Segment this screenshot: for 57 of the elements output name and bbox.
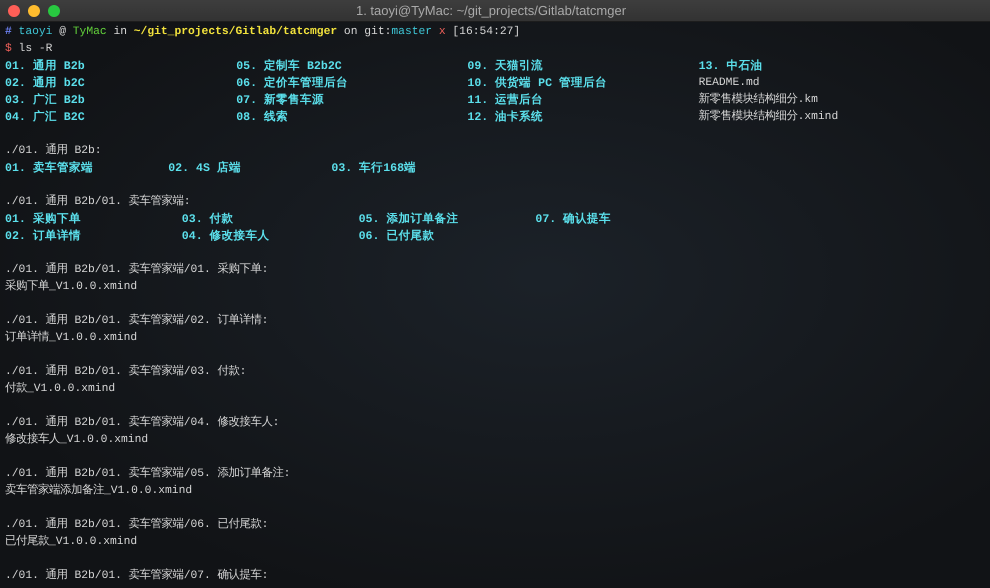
directory-entry: 02. 通用 b2C [5, 75, 86, 92]
host-name: TyMac [72, 25, 107, 40]
directory-entry: 05. 添加订单备注 [358, 211, 460, 228]
prompt-word: on git: [344, 24, 392, 40]
minimize-button[interactable] [28, 4, 40, 16]
file-entry: 新零售模块结构细分.xmind [698, 109, 840, 125]
prompt-word: in [113, 24, 127, 40]
directory-entry: 03. 付款 [182, 212, 235, 228]
file-entry: 新零售模块结构细分.km [698, 92, 819, 108]
prompt-hash: # [5, 25, 12, 40]
branch-name: master [391, 25, 432, 40]
file-entry: 卖车管家端添加备注_V1.0.0.xmind [5, 483, 192, 499]
directory-heading: ./01. 通用 B2b/01. 卖车管家端/04. 修改接车人: [5, 415, 280, 431]
prompt-symbol: $ [5, 42, 12, 57]
directory-entry: 06. 已付尾款 [358, 228, 436, 245]
directory-entry: 01. 卖车管家端 [5, 160, 94, 177]
directory-entry: 02. 4S 店端 [168, 160, 242, 177]
directory-heading: ./01. 通用 B2b/01. 卖车管家端/01. 采购下单: [5, 262, 268, 278]
current-path: ~/git_projects/Gitlab/tatcmger [134, 24, 338, 40]
directory-entry: 01. 通用 B2b [5, 58, 86, 75]
directory-heading: ./01. 通用 B2b/01. 卖车管家端/02. 订单详情: [5, 313, 268, 329]
directory-entry: 08. 线索 [236, 109, 290, 126]
directory-entry: 04. 修改接车人 [182, 228, 271, 245]
directory-entry: 12. 油卡系统 [467, 109, 544, 126]
file-entry: README.md [698, 76, 761, 91]
command-text: ls -R [18, 42, 52, 57]
window-title: 1. taoyi@TyMac: ~/git_projects/Gitlab/tatcmger [354, 3, 628, 18]
at-sign: @ [59, 24, 66, 40]
directory-entry: 04. 广汇 B2C [5, 109, 86, 126]
file-entry: 订单详情_V1.0.0.xmind [5, 330, 138, 346]
directory-entry: 10. 供货端 PC 管理后台 [467, 75, 608, 92]
directory-entry: 02. 订单详情 [5, 228, 82, 245]
directory-heading: ./01. 通用 B2b/01. 卖车管家端/06. 已付尾款: [5, 517, 268, 533]
directory-entry: 13. 中石油 [698, 58, 764, 75]
directory-entry: 11. 运营后台 [467, 92, 544, 109]
file-entry: 修改接车人_V1.0.0.xmind [5, 432, 148, 448]
file-entry: 付款_V1.0.0.xmind [5, 381, 116, 397]
directory-heading: ./01. 通用 B2b/01. 卖车管家端: [5, 194, 190, 210]
directory-heading: ./01. 通用 B2b/01. 卖车管家端/07. 确认提车: [5, 568, 268, 584]
close-button[interactable] [8, 4, 20, 16]
directory-entry: 07. 新零售车源 [236, 92, 326, 109]
zoom-button[interactable] [48, 4, 60, 16]
directory-heading: ./01. 通用 B2b/01. 卖车管家端/05. 添加订单备注: [5, 466, 290, 482]
directory-entry: 03. 广汇 B2b [5, 92, 86, 109]
user-name: taoyi [18, 24, 52, 40]
directory-heading: ./01. 通用 B2b: [5, 143, 102, 159]
directory-entry: 07. 确认提车 [535, 211, 612, 228]
directory-entry: 01. 采购下单 [5, 211, 82, 228]
prompt-time: [16:54:27] [452, 24, 520, 40]
directory-entry: 03. 车行168端 [331, 160, 418, 177]
directory-entry: 09. 天猫引流 [467, 58, 544, 75]
directory-heading: ./01. 通用 B2b/01. 卖车管家端/03. 付款: [5, 364, 246, 380]
file-entry: 采购下单_V1.0.0.xmind [5, 279, 138, 295]
dirty-mark: x [438, 25, 446, 40]
directory-entry: 06. 定价车管理后台 [236, 75, 350, 92]
file-entry: 已付尾款_V1.0.0.xmind [5, 534, 138, 550]
directory-entry: 05. 定制车 B2b2C [236, 58, 343, 75]
